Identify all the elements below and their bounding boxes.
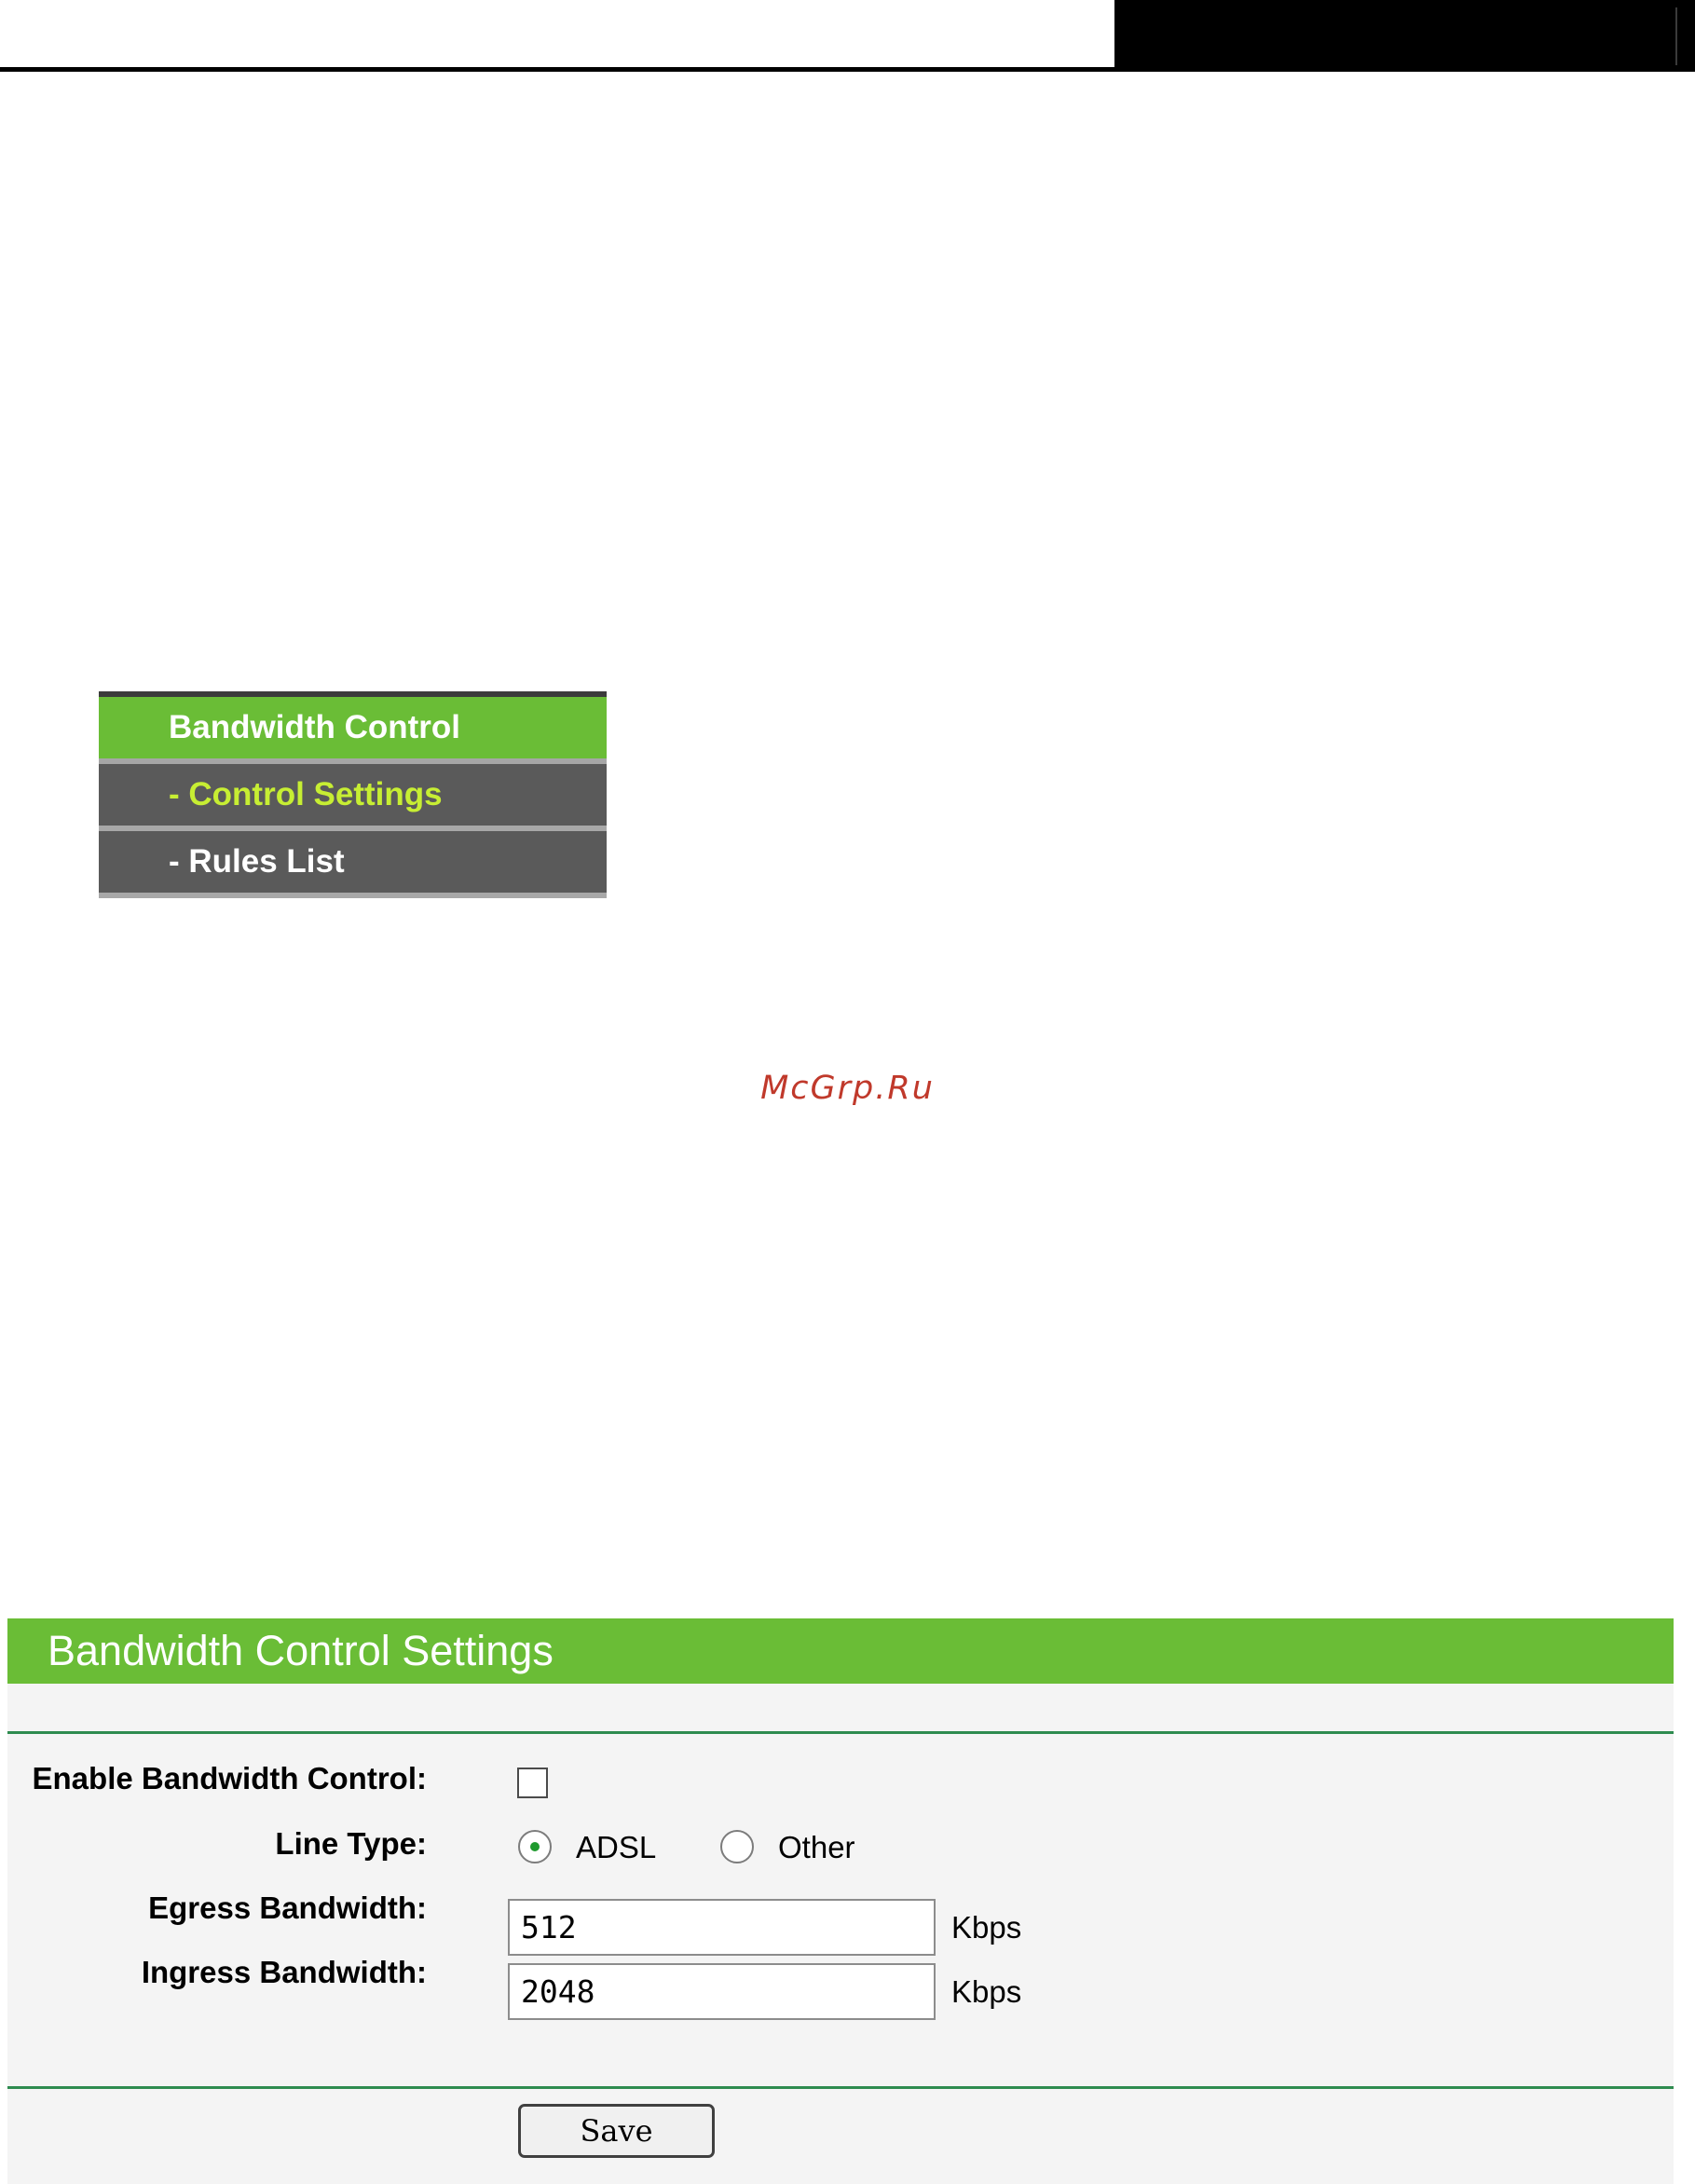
menu-item-rules-list[interactable]: - Rules List: [99, 831, 607, 898]
menu-item-label: - Control Settings: [169, 776, 443, 812]
enable-bandwidth-control-checkbox[interactable]: [517, 1768, 548, 1798]
ingress-bandwidth-label: Ingress Bandwidth:: [141, 1955, 427, 1989]
egress-unit: Kbps: [951, 1910, 1022, 1945]
header-block: [1114, 0, 1695, 72]
panel-title: Bandwidth Control Settings: [7, 1618, 1674, 1684]
line-type-other-label: Other: [778, 1830, 855, 1864]
watermark: McGrp.Ru: [760, 1070, 935, 1107]
header-rule: [0, 67, 1118, 72]
divider-top: [7, 1731, 1674, 1734]
save-button[interactable]: Save: [518, 2104, 715, 2158]
egress-bandwidth-input[interactable]: [508, 1899, 936, 1956]
menu-item-label: - Rules List: [169, 843, 345, 880]
egress-bandwidth-label: Egress Bandwidth:: [148, 1891, 427, 1925]
header-block-divider: [1675, 7, 1677, 65]
divider-bottom: [7, 2086, 1674, 2089]
radio-selected-dot: [530, 1842, 540, 1851]
side-menu: Bandwidth Control - Control Settings - R…: [99, 691, 607, 898]
menu-item-bandwidth-control[interactable]: Bandwidth Control: [99, 697, 607, 764]
line-type-label: Line Type:: [275, 1826, 427, 1861]
enable-bandwidth-control-label: Enable Bandwidth Control:: [32, 1761, 427, 1795]
menu-item-control-settings[interactable]: - Control Settings: [99, 764, 607, 831]
line-type-other-radio[interactable]: [720, 1830, 754, 1863]
line-type-adsl-radio[interactable]: [518, 1830, 552, 1863]
menu-item-label: Bandwidth Control: [169, 709, 461, 745]
line-type-adsl-label: ADSL: [576, 1830, 657, 1864]
ingress-bandwidth-input[interactable]: [508, 1963, 936, 2020]
ingress-unit: Kbps: [951, 1974, 1022, 2009]
